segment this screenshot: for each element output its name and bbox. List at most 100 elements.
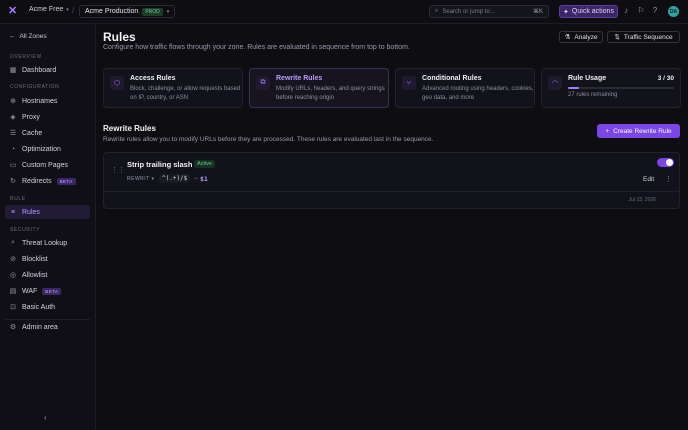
globe-icon: ⊕ [10, 98, 16, 105]
chevron-down-icon: ▾ [166, 8, 170, 15]
sidebar-item-allowlist[interactable]: ◎ Allowlist [5, 268, 90, 282]
org-switcher[interactable]: Acme Free ▾ [29, 6, 69, 13]
search-shortcut: ⌘K [532, 9, 543, 15]
sidebar-item-optimization[interactable]: ◔ Optimization [5, 142, 90, 156]
traffic-sequence-label: Traffic Sequence [623, 33, 673, 41]
search-icon: ⌕ [435, 8, 439, 14]
all-zones-label: All Zones [19, 33, 47, 40]
sidebar-item-threat-lookup[interactable]: ⌕ Threat Lookup [5, 236, 90, 250]
card-description: Block, challenge, or allow requests base… [130, 86, 241, 101]
collapse-sidebar-icon[interactable]: ‹ [44, 413, 47, 422]
beta-badge: BETA [56, 177, 76, 185]
sidebar-item-basic-auth[interactable]: ⊡ Basic Auth [5, 300, 90, 314]
gauge-icon: ◠ [548, 76, 562, 90]
card-rule-usage: ◠ Rule Usage 3 / 30 27 rules remaining [541, 68, 681, 108]
sidebar-item-label: Rules [22, 208, 40, 216]
sidebar-item-admin-area[interactable]: ⚙ Admin area [5, 320, 90, 334]
sidebar-item-label: Hostnames [22, 97, 58, 105]
traffic-sequence-button[interactable]: ⇅ Traffic Sequence [607, 31, 680, 43]
sidebar-item-redirects[interactable]: ↻ Redirects BETA [5, 174, 90, 188]
shield-icon: ◈ [10, 114, 16, 121]
help-icon[interactable]: ? [651, 7, 659, 15]
rule-date: Jul 23, 2026 [628, 197, 656, 203]
sidebar: ← All Zones OVERVIEW ▦ Dashboard CONFIGU… [0, 24, 96, 430]
sidebar-item-waf[interactable]: ▤ WAF BETA [5, 284, 90, 298]
flask-icon: ⚗ [564, 34, 571, 41]
beta-badge: BETA [42, 287, 62, 295]
breadcrumb-separator: / [72, 6, 75, 15]
card-title: Rule Usage [568, 75, 607, 82]
create-label: Create Rewrite Rule [613, 127, 672, 135]
gauge-icon: ◔ [10, 145, 16, 153]
avatar[interactable]: DA [668, 6, 679, 17]
top-bar: ✕ Acme Free ▾ / Acme Production PROD ▾ ⌕… [0, 0, 688, 24]
card-title: Access Rules [130, 75, 176, 82]
usage-remaining: 27 rules remaining [568, 92, 618, 98]
sidebar-item-label: Blocklist [22, 255, 48, 263]
project-env-badge: PROD [142, 7, 163, 16]
all-zones-link[interactable]: ← All Zones [9, 33, 47, 40]
sidebar-item-dashboard[interactable]: ▦ Dashboard [5, 63, 90, 77]
card-title: Conditional Rules [422, 75, 482, 82]
project-switcher[interactable]: Acme Production PROD ▾ [79, 5, 176, 18]
card-access-rules[interactable]: ⬡ Access Rules Block, challenge, or allo… [103, 68, 243, 108]
sidebar-item-custom-pages[interactable]: ▭ Custom Pages [5, 158, 90, 172]
bell-icon[interactable]: ♪ [622, 7, 630, 15]
redirect-icon: ↻ [10, 178, 16, 185]
drag-handle-icon[interactable]: ⋮⋮ [111, 166, 125, 174]
section-overview: OVERVIEW [10, 54, 42, 60]
hexagon-icon: ⬡ [110, 76, 124, 90]
chevron-down-icon: ▾ [66, 6, 69, 13]
page-title: Rules [103, 30, 136, 44]
grid-icon: ▦ [9, 67, 17, 74]
toggle-knob [666, 159, 673, 166]
rule-type: REWRIT ▾ [127, 176, 155, 182]
card-rewrite-rules[interactable]: ⧉ Rewrite Rules Modify URLs, headers, an… [249, 68, 389, 108]
sidebar-item-label: Allowlist [22, 271, 48, 279]
branch-icon: ⑂ [402, 76, 416, 90]
usage-progress-fill [568, 87, 579, 89]
rule-replacement: $1 [200, 175, 208, 183]
sidebar-item-label: Basic Auth [22, 303, 56, 311]
sidebar-item-label: Custom Pages [22, 161, 68, 169]
section-security: SECURITY [10, 227, 41, 233]
card-description: Modify URLs, headers, and query strings … [276, 86, 385, 101]
card-description: Advanced routing using headers, cookies,… [422, 86, 534, 101]
card-conditional-rules[interactable]: ⑂ Conditional Rules Advanced routing usi… [395, 68, 535, 108]
status-badge: Active [194, 160, 215, 168]
chevron-down-icon: ▾ [151, 176, 155, 182]
usage-progress-bar [568, 87, 674, 89]
plus-icon: + [605, 127, 610, 135]
quick-actions-button[interactable]: ✦ Quick actions [559, 5, 618, 18]
sidebar-item-label: Optimization [22, 145, 61, 153]
create-rewrite-rule-button[interactable]: + Create Rewrite Rule [597, 124, 680, 138]
sidebar-item-rules[interactable]: ≡ Rules [5, 205, 90, 219]
more-vertical-icon[interactable]: ⋮ [665, 175, 672, 183]
analyze-button[interactable]: ⚗ Analyze [559, 31, 603, 43]
list-icon: ≡ [10, 208, 16, 216]
edit-rule-button[interactable]: Edit [643, 176, 654, 183]
arrow-right-icon: → [193, 175, 199, 181]
lock-icon: ⊡ [10, 304, 16, 311]
project-name: Acme Production [85, 8, 139, 15]
rule-pattern: ^(.+)/$ [159, 174, 191, 183]
search-input[interactable]: ⌕ Search or jump to... ⌘K [429, 5, 549, 18]
ban-icon: ⊘ [10, 256, 16, 263]
flow-icon: ⇅ [614, 34, 620, 41]
section-rule: RULE [10, 196, 26, 202]
sidebar-item-label: Proxy [22, 113, 40, 121]
rule-divider [104, 191, 679, 192]
sidebar-item-label: WAF [22, 287, 38, 295]
org-name: Acme Free [29, 6, 64, 13]
firewall-icon: ▤ [9, 288, 17, 295]
translate-icon[interactable]: ⚐ [637, 7, 645, 15]
check-circle-icon: ◎ [9, 272, 17, 279]
sidebar-item-cache[interactable]: ☰ Cache [5, 126, 90, 140]
rule-enabled-toggle[interactable] [657, 158, 674, 167]
sidebar-item-proxy[interactable]: ◈ Proxy [5, 110, 90, 124]
arrow-left-icon: ← [9, 33, 16, 40]
logo-icon[interactable]: ✕ [8, 6, 18, 17]
sidebar-item-hostnames[interactable]: ⊕ Hostnames [5, 94, 90, 108]
section-subtitle: Rewrite rules allow you to modify URLs b… [103, 136, 434, 143]
sidebar-item-blocklist[interactable]: ⊘ Blocklist [5, 252, 90, 266]
